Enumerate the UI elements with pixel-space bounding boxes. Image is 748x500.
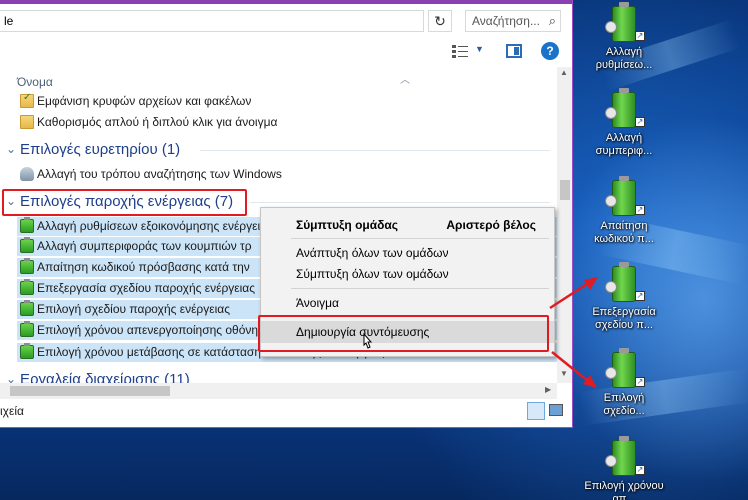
- annotation-arrows: [549, 277, 598, 388]
- annotation-arrow: [549, 280, 591, 310]
- annotation-arrow-head: [583, 375, 597, 388]
- annotation-arrow: [551, 351, 589, 382]
